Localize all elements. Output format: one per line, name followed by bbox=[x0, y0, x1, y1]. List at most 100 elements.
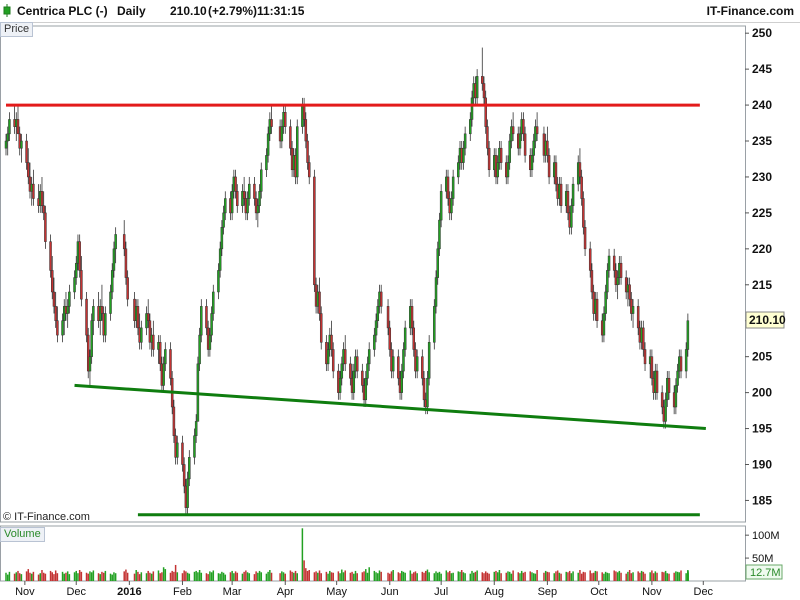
candle-up bbox=[265, 155, 268, 171]
volume-bar bbox=[258, 570, 261, 581]
candle-up bbox=[402, 349, 405, 372]
y-tick-label: 185 bbox=[752, 493, 772, 507]
volume-bar bbox=[234, 571, 237, 581]
candle-up bbox=[218, 248, 222, 271]
volume-bar bbox=[303, 560, 305, 581]
y-tick-label: 195 bbox=[752, 422, 772, 436]
candle-down bbox=[172, 406, 176, 436]
volume-bar bbox=[318, 570, 321, 581]
y-tick-label: 190 bbox=[752, 457, 772, 471]
volume-bar bbox=[661, 571, 663, 581]
volume-bar bbox=[642, 571, 645, 581]
volume-bar bbox=[327, 573, 329, 581]
volume-bar bbox=[572, 571, 574, 581]
volume-bar bbox=[176, 572, 179, 581]
candle-down bbox=[660, 392, 664, 408]
volume-bar bbox=[257, 572, 259, 581]
candle-up bbox=[604, 291, 607, 314]
candle-down bbox=[313, 176, 316, 286]
volume-bar bbox=[389, 573, 391, 581]
volume-bar bbox=[380, 571, 382, 581]
volume-bar bbox=[579, 570, 581, 581]
volume-bar bbox=[56, 573, 59, 581]
candle-down bbox=[54, 306, 57, 321]
volume-bar bbox=[90, 572, 93, 581]
volume-bar bbox=[133, 573, 136, 581]
y-tick-label: 205 bbox=[752, 350, 772, 364]
volume-bar bbox=[596, 571, 598, 581]
candle-down bbox=[16, 119, 20, 135]
volume-bar bbox=[111, 574, 113, 581]
volume-bar bbox=[580, 573, 583, 581]
candle-down bbox=[482, 83, 486, 99]
volume-tick-label: 50M bbox=[752, 553, 773, 565]
price-chart: 1851901952002052102152202252302352402452… bbox=[0, 25, 786, 598]
volume-bar bbox=[567, 572, 569, 581]
candle-up bbox=[451, 176, 455, 199]
volume-bar bbox=[440, 573, 442, 581]
volume-bar bbox=[282, 572, 285, 581]
candle-down bbox=[667, 377, 671, 393]
candle-down bbox=[595, 298, 599, 321]
volume-bar bbox=[344, 570, 346, 581]
y-tick-label: 240 bbox=[752, 98, 772, 112]
volume-bar bbox=[484, 571, 487, 581]
candle-up bbox=[415, 356, 419, 372]
candle-up bbox=[186, 478, 189, 508]
candle-down bbox=[628, 284, 631, 300]
volume-bar bbox=[377, 573, 379, 581]
volume-bar bbox=[495, 570, 497, 581]
volume-bar bbox=[229, 572, 232, 581]
candle-down bbox=[559, 183, 563, 206]
volume-bar bbox=[522, 572, 525, 581]
volume-bar bbox=[582, 571, 585, 581]
candle-up bbox=[674, 385, 678, 408]
volume-bar bbox=[680, 570, 682, 581]
candle-up bbox=[90, 320, 93, 357]
candle-down bbox=[566, 191, 570, 214]
candle-up bbox=[66, 306, 69, 314]
volume-bar bbox=[351, 571, 353, 581]
volume-bar bbox=[41, 570, 43, 581]
volume-bar bbox=[678, 572, 681, 581]
y-tick-label: 200 bbox=[752, 386, 772, 400]
volume-bar bbox=[145, 573, 148, 581]
volume-bar bbox=[534, 573, 537, 581]
volume-bar bbox=[589, 570, 591, 581]
candle-up bbox=[280, 126, 284, 142]
volume-bar bbox=[289, 570, 292, 581]
volume-bar bbox=[687, 575, 689, 581]
candle-down bbox=[253, 183, 256, 199]
x-tick-label: Aug bbox=[484, 586, 504, 598]
volume-bar bbox=[416, 573, 418, 581]
volume-bar bbox=[426, 569, 429, 581]
candle-up bbox=[496, 162, 499, 178]
volume-bar bbox=[676, 571, 679, 581]
candle-up bbox=[439, 191, 443, 221]
volume-bar bbox=[447, 572, 449, 581]
volume-bar bbox=[138, 574, 141, 581]
volume-bar bbox=[632, 572, 634, 581]
volume-bar bbox=[460, 570, 463, 581]
x-tick-label: Apr bbox=[277, 586, 294, 598]
candle-down bbox=[56, 320, 59, 336]
candle-down bbox=[152, 334, 155, 350]
volume-bar bbox=[207, 574, 209, 581]
volume-bar bbox=[296, 573, 298, 581]
candle-up bbox=[230, 191, 234, 214]
candle-up bbox=[571, 183, 575, 206]
volume-bar bbox=[25, 571, 28, 581]
volume-bar bbox=[135, 570, 137, 581]
volume-bar bbox=[464, 573, 466, 581]
candle-down bbox=[388, 327, 392, 350]
candle-up bbox=[198, 334, 201, 365]
candle-down bbox=[32, 183, 35, 199]
volume-bar bbox=[399, 573, 401, 581]
volume-bar bbox=[198, 570, 201, 581]
candle-up bbox=[92, 306, 95, 321]
volume-bar bbox=[656, 572, 658, 581]
volume-bar bbox=[339, 573, 341, 581]
volume-bar bbox=[592, 572, 595, 581]
volume-bar bbox=[639, 572, 641, 581]
volume-bar bbox=[450, 573, 453, 581]
